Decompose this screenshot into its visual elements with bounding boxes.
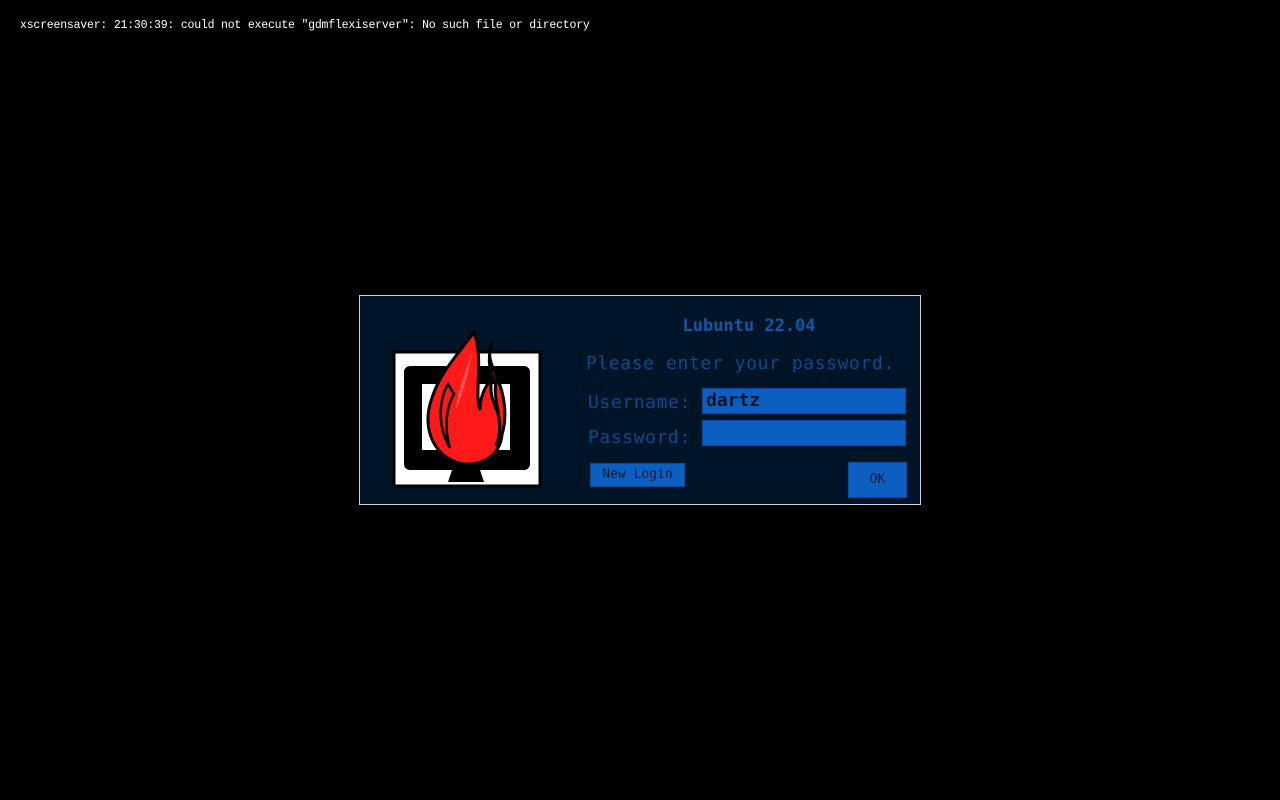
password-prompt: Please enter your password. (586, 353, 895, 374)
password-label: Password: (588, 427, 691, 448)
text-cursor (749, 446, 752, 466)
unlock-dialog: Lubuntu 22.04 Please enter your password… (359, 295, 921, 505)
new-login-button[interactable]: New Login (590, 463, 685, 487)
dialog-title: Lubuntu 22.04 (682, 316, 816, 336)
ok-button[interactable]: OK (848, 462, 907, 498)
password-field[interactable] (702, 420, 906, 466)
xscreensaver-flame-monitor-icon (392, 328, 542, 488)
username-label: Username: (588, 392, 691, 413)
username-field[interactable]: dartz (702, 388, 906, 414)
error-message: xscreensaver: 21:30:39: could not execut… (20, 19, 590, 32)
